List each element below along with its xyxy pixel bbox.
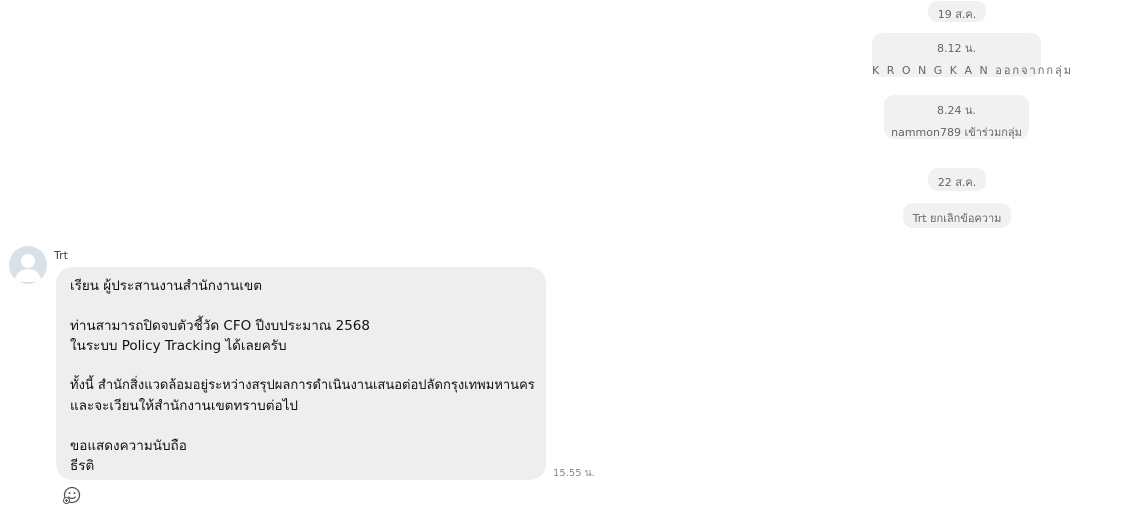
message-timestamp: 15.55 น. [553, 468, 595, 479]
date-divider-label: 19 ส.ค. [937, 8, 977, 21]
message-line [70, 296, 532, 316]
notice-text: K R O N G K A N ออกจากกลุ่ม [872, 64, 1074, 77]
date-divider-19: 19 ส.ค. [928, 1, 986, 22]
message-line [70, 356, 532, 376]
message-line: เรียน ผู้ประสานงานสำนักงานเขต [70, 278, 262, 294]
notice-time: 8.12 น. [936, 42, 976, 55]
notice-text: nammon789 เข้าร่วมกลุ่ม [891, 126, 1022, 139]
message-bubble[interactable]: เรียน ผู้ประสานงานสำนักงานเขต ท่านสามารถ… [56, 267, 546, 480]
notice-time: 8.24 น. [936, 104, 976, 117]
sender-name: Trt [54, 249, 68, 262]
message-line: ท่านสามารถปิดจบตัวชี้วัด CFO ปีงบประมาณ … [70, 318, 370, 334]
message-line: ขอแสดงความนับถือ [70, 438, 187, 454]
message-line: ทั้งนี้ สำนักสิ่งแวดล้อมอยู่ระหว่างสรุปผ… [70, 378, 535, 393]
sender-avatar[interactable] [9, 246, 47, 284]
date-divider-label: 22 ส.ค. [937, 176, 977, 189]
message-line: ในระบบ Policy Tracking ได้เลยครับ [70, 338, 287, 354]
message-line [70, 416, 532, 436]
add-reaction-smiley-icon [63, 486, 81, 504]
notice-text: Trt ยกเลิกข้อความ [912, 212, 1002, 225]
member-left-notice: 8.12 น. K R O N G K A N ออกจากกลุ่ม [872, 33, 1074, 77]
member-joined-notice: 8.24 น. nammon789 เข้าร่วมกลุ่ม [884, 95, 1029, 139]
message-line: และจะเวียนให้สำนักงานเขตทราบต่อไป [70, 398, 298, 414]
message-unsent-notice: Trt ยกเลิกข้อความ [903, 203, 1011, 228]
default-user-avatar-icon [14, 254, 42, 282]
add-reaction-button[interactable] [62, 485, 82, 505]
date-divider-22: 22 ส.ค. [928, 168, 986, 191]
message-line: ธีรติ [70, 458, 95, 474]
